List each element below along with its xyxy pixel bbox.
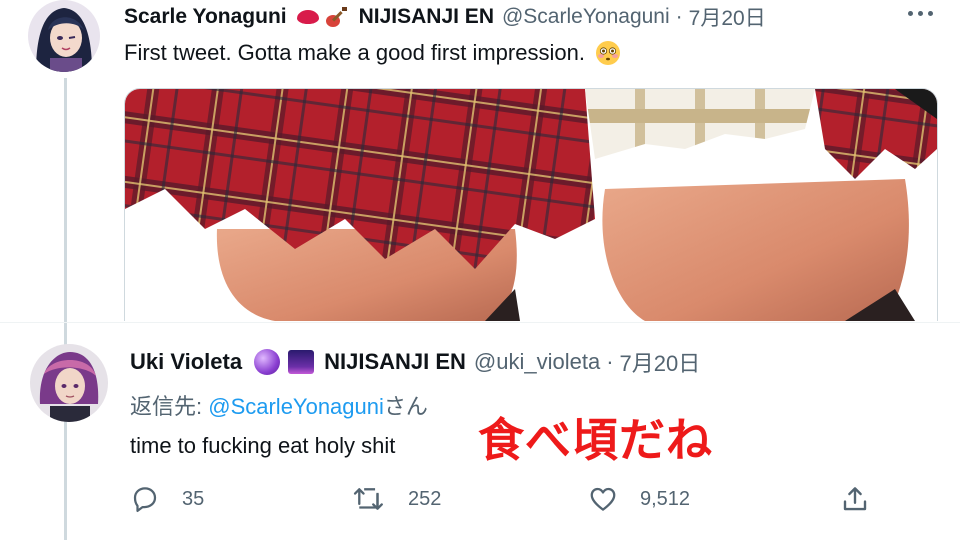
- overlay-caption: 食べ頃だね: [478, 413, 713, 467]
- author-handle[interactable]: @ScarleYonaguni: [502, 5, 670, 29]
- night-sky-icon: [288, 350, 315, 374]
- reply-header: Uki Violeta NIJISANJI EN @uki_violeta · …: [130, 346, 700, 378]
- tweet-text: First tweet. Gotta make a good first imp…: [124, 40, 585, 65]
- separator-dot: ·: [606, 349, 614, 374]
- avatar-scarle[interactable]: [28, 0, 100, 72]
- tweet-actions: 35 252 9,512: [130, 484, 890, 520]
- tweet-text-row: First tweet. Gotta make a good first imp…: [124, 40, 621, 66]
- tweet-divider: [0, 322, 960, 323]
- separator-dot: ·: [675, 5, 683, 28]
- like-button[interactable]: 9,512: [588, 484, 690, 514]
- flushed-face-icon: [595, 41, 620, 65]
- retweet-button[interactable]: 252: [352, 484, 441, 514]
- tweet-date[interactable]: 7月20日: [689, 2, 766, 32]
- share-button[interactable]: [840, 484, 870, 514]
- retweet-count: 252: [408, 487, 442, 510]
- author-name[interactable]: Scarle Yonaguni: [124, 5, 287, 29]
- reply-text: time to fucking eat holy shit: [130, 433, 396, 458]
- reply-icon: [133, 487, 157, 512]
- share-icon: [843, 487, 867, 511]
- like-count: 9,512: [640, 487, 691, 510]
- more-options-icon[interactable]: [908, 8, 936, 18]
- thread-connector-line: [64, 78, 67, 540]
- reply-mention-link[interactable]: @ScarleYonaguni: [208, 394, 384, 419]
- reply-prefix: 返信先:: [130, 394, 209, 419]
- guitar-icon: [325, 7, 347, 27]
- author-org: NIJISANJI EN: [324, 349, 466, 374]
- author-name[interactable]: Uki Violeta: [130, 349, 242, 375]
- tweet-media-image[interactable]: [124, 88, 938, 321]
- author-org: NIJISANJI EN: [358, 5, 494, 28]
- retweet-icon: [353, 488, 383, 510]
- tweet-date[interactable]: 7月20日: [620, 346, 701, 378]
- tweet-header: Scarle Yonaguni NIJISANJI EN @ScarleYona…: [124, 2, 766, 32]
- reply-button[interactable]: 35: [130, 484, 204, 514]
- author-handle[interactable]: @uki_violeta: [474, 349, 600, 375]
- avatar-uki[interactable]: [30, 344, 108, 422]
- reply-count: 35: [182, 487, 205, 510]
- heart-icon: [590, 487, 616, 511]
- reply-suffix: さん: [383, 394, 428, 419]
- crystal-ball-icon: [254, 349, 281, 375]
- replying-to: 返信先: @ScarleYonaguniさん: [130, 389, 428, 421]
- kiss-mark-icon: [296, 10, 319, 24]
